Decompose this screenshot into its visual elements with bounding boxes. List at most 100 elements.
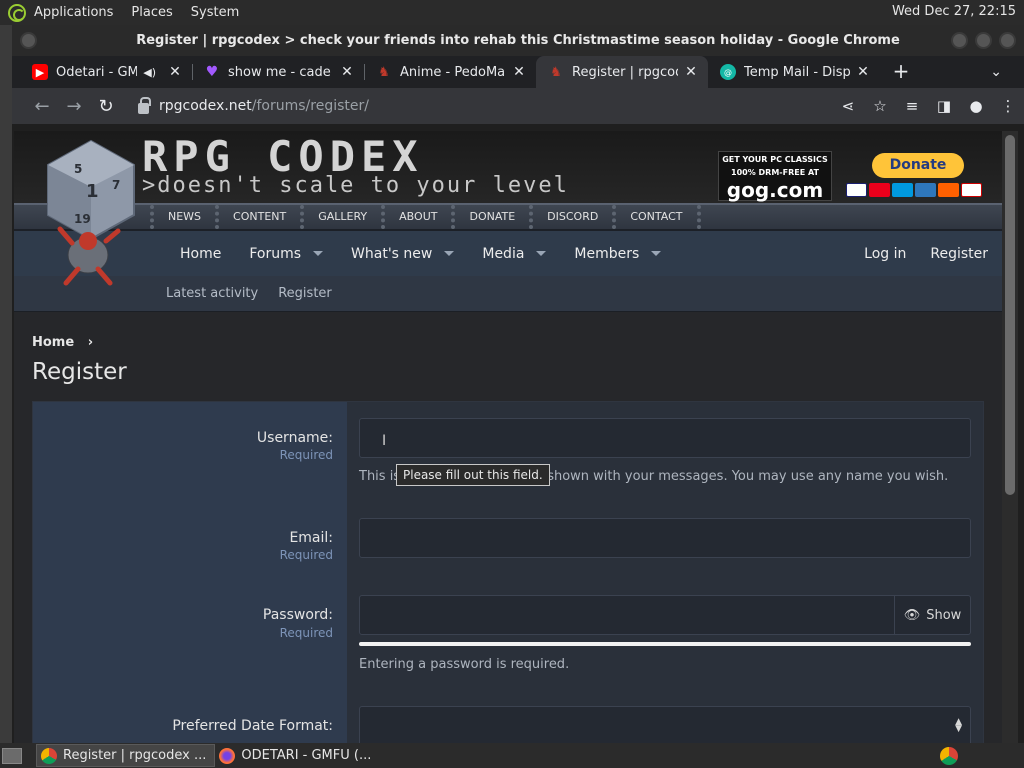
tab-label: Temp Mail - Dispo <box>744 64 850 80</box>
tab-close-icon[interactable]: ✕ <box>684 64 698 80</box>
panel-clock[interactable]: Wed Dec 27, 22:15 <box>892 4 1016 19</box>
browser-window: Register | rpgcodex > check your friends… <box>12 25 1024 743</box>
tab-label: Register | rpgcode <box>572 64 678 80</box>
nav-media[interactable]: Media <box>482 246 547 262</box>
nav-forums[interactable]: Forums <box>249 246 324 262</box>
subnav-register[interactable]: Register <box>278 286 332 301</box>
rpgcodex-favicon-icon: ♞ <box>550 64 562 80</box>
taskbar-chrome-window[interactable]: Register | rpgcodex ... <box>36 744 216 767</box>
tab-search-chevron-icon[interactable]: ⌄ <box>990 64 1002 80</box>
page-scrollbar[interactable] <box>1002 131 1018 743</box>
submenu-content[interactable]: CONTENT <box>215 205 300 229</box>
audio-playing-icon[interactable]: ◀) <box>143 66 156 79</box>
minimize-button[interactable] <box>951 32 968 49</box>
svg-text:19: 19 <box>74 212 91 226</box>
new-tab-button[interactable]: + <box>886 56 916 88</box>
username-label: Username: <box>256 430 333 446</box>
tab-strip: ▶ Odetari - GMF ◀) ✕ ♥ show me - cade cl… <box>12 56 1024 88</box>
tab-temp-mail[interactable]: @ Temp Mail - Dispo ✕ <box>708 56 880 88</box>
panel-menu-system[interactable]: System <box>191 5 239 20</box>
submenu-gallery[interactable]: GALLERY <box>300 205 381 229</box>
rpgcodex-favicon-icon: ♞ <box>378 64 390 80</box>
submenu-discord[interactable]: DISCORD <box>529 205 612 229</box>
nav-home[interactable]: Home <box>180 246 221 262</box>
tab-close-icon[interactable]: ✕ <box>168 64 182 80</box>
side-panel-icon[interactable]: ◨ <box>928 97 960 115</box>
dropdown-caret-icon[interactable] <box>313 251 324 256</box>
submenu-contact[interactable]: CONTACT <box>612 205 701 229</box>
nav-whats-new[interactable]: What's new <box>351 245 455 262</box>
window-title: Register | rpgcodex > check your friends… <box>136 33 900 48</box>
maestro-card-icon <box>892 183 913 197</box>
bookmark-star-icon[interactable]: ☆ <box>864 97 896 115</box>
tab-show-me[interactable]: ♥ show me - cade cl ✕ <box>192 56 364 88</box>
tab-close-icon[interactable]: ✕ <box>340 64 354 80</box>
d20-mascot-logo[interactable]: 5 1 7 19 <box>36 137 146 287</box>
nav-members[interactable]: Members <box>574 245 662 262</box>
tab-odetari[interactable]: ▶ Odetari - GMF ◀) ✕ <box>20 56 192 88</box>
tab-register[interactable]: ♞ Register | rpgcode ✕ <box>536 56 708 88</box>
tray-chrome-icon[interactable] <box>940 747 958 765</box>
password-strength-meter <box>359 642 971 646</box>
window-menu-button[interactable] <box>20 32 37 49</box>
tab-close-icon[interactable]: ✕ <box>512 64 526 80</box>
address-bar[interactable]: rpgcodex.net/forums/register/ <box>130 92 832 120</box>
reload-icon[interactable]: ↻ <box>90 96 122 117</box>
tab-label: show me - cade cl <box>228 64 334 80</box>
tab-close-icon[interactable]: ✕ <box>856 64 870 80</box>
breadcrumb[interactable]: Home › <box>32 335 93 350</box>
site-slogan: >doesn't scale to your level <box>142 173 569 198</box>
password-label: Password: <box>262 607 333 623</box>
share-icon[interactable]: ⋖ <box>832 97 864 115</box>
dropdown-caret-icon[interactable] <box>444 251 455 256</box>
scrollbar-thumb[interactable] <box>1005 135 1015 495</box>
profile-avatar-icon[interactable]: ● <box>960 97 992 115</box>
svg-text:5: 5 <box>74 162 82 176</box>
show-password-button[interactable]: 👁 Show <box>894 596 970 634</box>
dropdown-caret-icon[interactable] <box>536 251 547 256</box>
url-path: /forums/register/ <box>251 98 369 114</box>
mastercard-icon <box>869 183 890 197</box>
task-label: ODETARI - GMFU (... <box>241 748 372 763</box>
media-control-icon[interactable]: ≡ <box>896 97 928 115</box>
subnav-latest-activity[interactable]: Latest activity <box>166 286 258 301</box>
password-input[interactable]: 👁 Show <box>359 595 971 635</box>
date-format-select[interactable]: ▲ ▼ <box>359 706 971 743</box>
maximize-button[interactable] <box>975 32 992 49</box>
submenu-news[interactable]: NEWS <box>150 205 215 229</box>
svg-text:7: 7 <box>112 178 120 192</box>
firefox-icon <box>219 747 236 764</box>
submenu-donate[interactable]: DONATE <box>451 205 529 229</box>
email-input[interactable] <box>359 518 971 558</box>
password-required: Required <box>279 626 333 640</box>
window-titlebar[interactable]: Register | rpgcodex > check your friends… <box>12 25 1024 56</box>
back-arrow-icon[interactable]: ← <box>26 96 58 117</box>
breadcrumb-home[interactable]: Home <box>32 335 74 350</box>
panel-menu-applications[interactable]: Applications <box>34 5 113 20</box>
sub-navigation: Latest activity Register <box>14 276 1002 312</box>
close-window-button[interactable] <box>999 32 1016 49</box>
panel-menu-places[interactable]: Places <box>131 5 172 20</box>
page-viewport: RPG CODEX >doesn't scale to your level G… <box>14 131 1002 743</box>
dropdown-caret-icon[interactable] <box>651 251 662 256</box>
site-submenu: NEWS CONTENT GALLERY ABOUT DONATE DISCOR… <box>14 203 1002 231</box>
paypal-donate-button[interactable]: Donate <box>872 153 964 178</box>
forward-arrow-icon[interactable]: → <box>58 96 90 117</box>
select-arrows-icon: ▲ ▼ <box>955 717 962 734</box>
jcb-card-icon <box>961 183 982 197</box>
account-links: Log in Register <box>864 246 988 262</box>
register-link[interactable]: Register <box>930 246 988 262</box>
nav-label: What's new <box>351 245 433 262</box>
nav-label: Members <box>574 245 640 262</box>
username-input[interactable] <box>359 418 971 458</box>
show-desktop-icon[interactable] <box>2 747 22 764</box>
lock-icon[interactable] <box>138 96 151 114</box>
taskbar-firefox-window[interactable]: ODETARI - GMFU (... <box>215 744 379 767</box>
login-link[interactable]: Log in <box>864 246 906 262</box>
distro-logo-icon[interactable] <box>8 3 26 22</box>
kebab-menu-icon[interactable]: ⋮ <box>992 97 1024 115</box>
gog-banner-ad[interactable]: GET YOUR PC CLASSICS 100% DRM-FREE AT go… <box>718 151 832 202</box>
tab-anime[interactable]: ♞ Anime - PedoMar ✕ <box>364 56 536 88</box>
submenu-about[interactable]: ABOUT <box>381 205 451 229</box>
email-label: Email: <box>289 530 333 546</box>
